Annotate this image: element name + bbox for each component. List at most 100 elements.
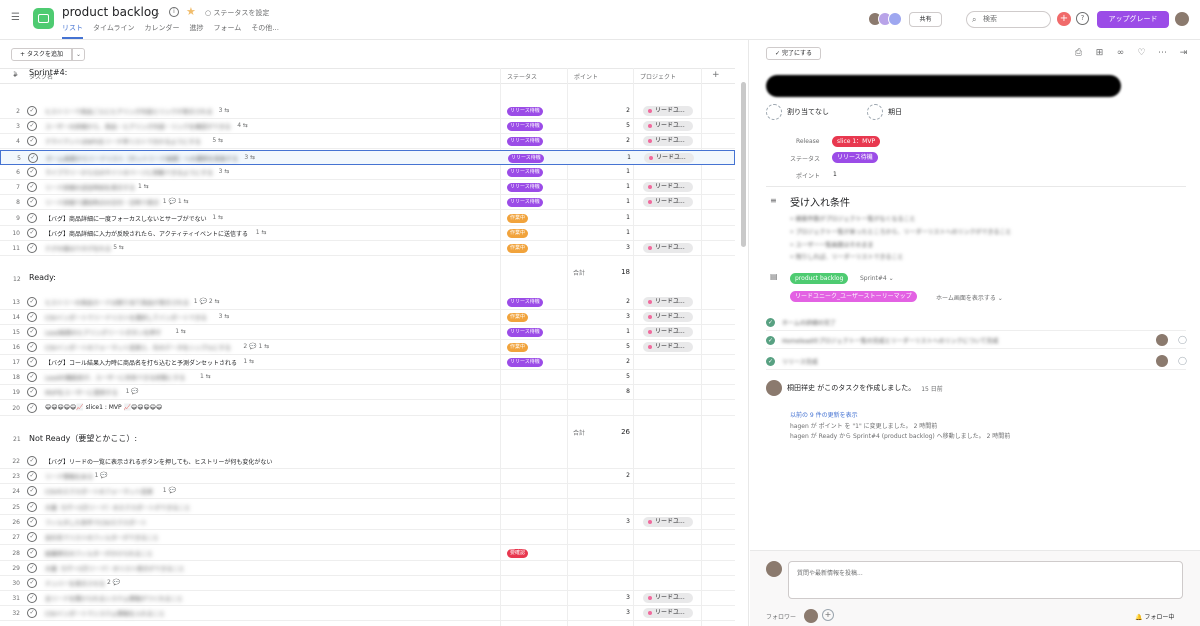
status-badge[interactable]: 作業中	[507, 214, 529, 223]
task-name[interactable]: CSVのエクスポートのフォーマット変更	[45, 487, 153, 496]
task-name[interactable]: 全リードを開けられるシステム情報がつくれること	[45, 594, 183, 603]
follower-avatar[interactable]	[804, 609, 818, 623]
task-name[interactable]: Lead画面のヒアリングリートボタンを押す	[45, 328, 161, 337]
check-icon[interactable]: ✓	[28, 153, 38, 163]
status-badge[interactable]: リリース待機	[507, 183, 543, 192]
status-badge[interactable]: 作業中	[507, 343, 529, 352]
check-icon[interactable]: ✓	[27, 387, 37, 397]
check-icon[interactable]: ✓	[27, 228, 37, 238]
points-value[interactable]: 3	[600, 609, 630, 616]
section-header[interactable]: 12 Ready:	[0, 268, 735, 288]
project-tag[interactable]: リードユ...	[643, 136, 693, 146]
table-row[interactable]: 32 ✓ CSVインポートでシステム情報を入れること 3 リードユ...	[0, 606, 735, 621]
check-icon[interactable]: ✓	[27, 312, 37, 322]
table-row[interactable]: 4 ✓ クライアントはNPSをリーチ率リストで分かるようにする 5 ⇆ リリース待機 2 リ…	[0, 134, 735, 149]
share-button[interactable]: 共有	[909, 12, 942, 27]
task-name[interactable]: ライブラリーから元のサイトのページに移動できるようにする	[45, 168, 213, 177]
points-value[interactable]: 3	[600, 518, 630, 525]
task-name[interactable]: CSVインポートでリードリストを選択してインポートできる	[45, 313, 207, 322]
check-icon[interactable]: ✓	[27, 121, 37, 131]
task-name[interactable]: リード詳細の送信時刻を表示する	[45, 183, 135, 192]
status-badge[interactable]: リリース待機	[507, 328, 543, 337]
tab-list[interactable]: リスト	[62, 23, 83, 39]
add-follower-button[interactable]: +	[822, 609, 834, 621]
table-row[interactable]: 25 ✓ 大量（5千〜5万リード）のエクスポートができること	[0, 500, 735, 515]
avatar[interactable]	[1156, 355, 1168, 367]
table-row[interactable]: 5 ✓ ホーム画面からリードリスト（ホットリード画面）への遷移を実装する 3 ⇆ リリー…	[0, 150, 735, 165]
task-name[interactable]: 組織単位のフィルターがかけられること	[45, 549, 153, 558]
table-row[interactable]: 24 ✓ CSVのエクスポートのフォーマット変更 1 💬	[0, 484, 735, 499]
points-value[interactable]: 2	[600, 137, 630, 144]
table-row[interactable]: 20 ✓ 😄😄😄😄😄📈 slice1 : MVP 📈😄😄😄😄😄	[0, 401, 735, 416]
task-name[interactable]: ナンバーを表示させる	[45, 579, 105, 588]
check-icon[interactable]: ✓	[27, 608, 37, 618]
points-value[interactable]: 1	[600, 328, 630, 335]
section-header[interactable]: 21 Not Ready（要望とかここ）:	[0, 428, 735, 448]
status-badge[interactable]: リリース待機	[508, 154, 544, 163]
status-badge[interactable]: リリース待機	[507, 168, 543, 177]
status-badge[interactable]: リリース待機	[507, 298, 543, 307]
task-name[interactable]: CSVインポートでシステム情報を入れること	[45, 609, 165, 618]
task-name[interactable]: 大量（5千〜5万リード）のリスト表示ができること	[45, 564, 185, 573]
points-value[interactable]: 1	[600, 198, 630, 205]
points-value[interactable]: 2	[600, 298, 630, 305]
check-icon[interactable]: ✓	[27, 197, 37, 207]
description-heading[interactable]: 受け入れ条件	[790, 194, 850, 209]
tab-timeline[interactable]: タイムライン	[93, 23, 135, 39]
check-icon[interactable]: ✓	[27, 486, 37, 496]
points-value[interactable]: 3	[600, 244, 630, 251]
section-header[interactable]: 1 Sprint#4:	[0, 63, 735, 83]
project-tag[interactable]: リードユ...	[643, 517, 693, 527]
project-tag[interactable]: リードユ...	[643, 327, 693, 337]
check-icon[interactable]: ✓	[27, 106, 37, 116]
task-name[interactable]: MVPをユーザーに提供する	[45, 388, 118, 397]
set-status-button[interactable]: ○ ステータスを設定	[205, 8, 269, 18]
points-value[interactable]: 3	[600, 594, 630, 601]
subtask-row[interactable]: ✓ ホームの詳細の完了	[766, 315, 1186, 331]
table-row[interactable]: 22 ✓ 【バグ】リードの一覧に表示されるボタンを押しても、ヒストリーが何も変化がな…	[0, 454, 735, 469]
assignee-field[interactable]: 割り当てなし	[766, 104, 829, 120]
release-value[interactable]: slice 1：MVP	[832, 136, 881, 147]
table-row[interactable]: 18 ✓ Leadの機能前が、ユーザーに共有できる状態にする 1 ⇆ 5	[0, 370, 735, 385]
status-value[interactable]: リリース待機	[832, 152, 878, 163]
points-value[interactable]: 1	[600, 183, 630, 190]
table-row[interactable]: 10 ✓ 【バグ】商品詳細に入力が反映されたら、アクティティイベントに送信する 1 ⇆…	[0, 226, 735, 241]
project-tag[interactable]: リードユ...	[643, 197, 693, 207]
attachment-icon[interactable]: ⎙	[1068, 48, 1089, 58]
status-badge[interactable]: リリース待機	[507, 198, 543, 207]
task-name[interactable]: 大量（5千〜5万リード）のエクスポートができること	[45, 503, 190, 512]
quick-add-button[interactable]: +	[1057, 12, 1071, 26]
project-tag[interactable]: リードユ...	[643, 106, 693, 116]
check-icon[interactable]: ✓	[27, 593, 37, 603]
table-row[interactable]: 13 ✓ ヒストリーの商品カードは割り当て商品が表示される 1 💬 2 ⇆ リリース待機…	[0, 295, 735, 310]
parent-project-tag[interactable]: リードユニーク_ユーザーストーリーマップ	[790, 291, 917, 302]
check-icon[interactable]: ✓	[27, 136, 37, 146]
task-name[interactable]: 😄😄😄😄😄📈 slice1 : MVP 📈😄😄😄😄😄	[45, 404, 162, 411]
task-title-redacted[interactable]	[766, 75, 1121, 97]
table-row[interactable]: 8 ✓ リード詳細で通知時点の日付・日時で表示 1 💬 1 ⇆ リリース待機 1 リードユ.…	[0, 195, 735, 210]
table-row[interactable]: 27 ✓ 会社名でリストのフィルターができること	[0, 530, 735, 545]
add-task-button[interactable]: + タスクを追加	[11, 48, 72, 61]
table-row[interactable]: 19 ✓ MVPをユーザーに提供する 1 💬 8	[0, 385, 735, 400]
project-tag[interactable]: リードユ...	[643, 121, 693, 131]
points-value[interactable]: 8	[600, 388, 630, 395]
task-name[interactable]: Leadの機能前が、ユーザーに共有できる状態にする	[45, 373, 185, 382]
following-button[interactable]: 🔔 フォロー中	[1135, 612, 1174, 621]
table-row[interactable]: 15 ✓ Lead画面のヒアリングリートボタンを押す 1 ⇆ リリース待機 1 リードユ..…	[0, 325, 735, 340]
check-icon[interactable]: ✓	[766, 357, 775, 366]
table-row[interactable]: 16 ✓ CSVインポートのフォーマット変更と、社のデータをシンプルにする 2 💬 1…	[0, 340, 735, 355]
subtask-row[interactable]: ✓ Homeleadのプロジェクト一覧の完成とリーダーリストへのリンクについて完成…	[766, 333, 1187, 349]
check-icon[interactable]: ✓	[27, 548, 37, 558]
subtask-row[interactable]: ✓ リリース完成 ◯	[766, 354, 1187, 370]
task-name[interactable]: リード情報をある	[45, 472, 93, 481]
check-icon[interactable]: ✓	[27, 456, 37, 466]
project-tag[interactable]: リードユ...	[643, 243, 693, 253]
table-row[interactable]: 29 ✓ 大量（5千〜5万リード）のリスト表示ができること	[0, 561, 735, 576]
status-badge[interactable]: 作業中	[507, 244, 529, 253]
tab-progress[interactable]: 進捗	[190, 23, 204, 39]
chevron-down-icon[interactable]: ⌄	[154, 8, 161, 17]
more-icon[interactable]: ⋯	[1152, 48, 1173, 58]
check-icon[interactable]: ✓	[27, 167, 37, 177]
task-name[interactable]: ヒストリーの商品カードは割り当て商品が表示される	[45, 298, 189, 307]
check-icon[interactable]: ✓	[766, 336, 775, 345]
